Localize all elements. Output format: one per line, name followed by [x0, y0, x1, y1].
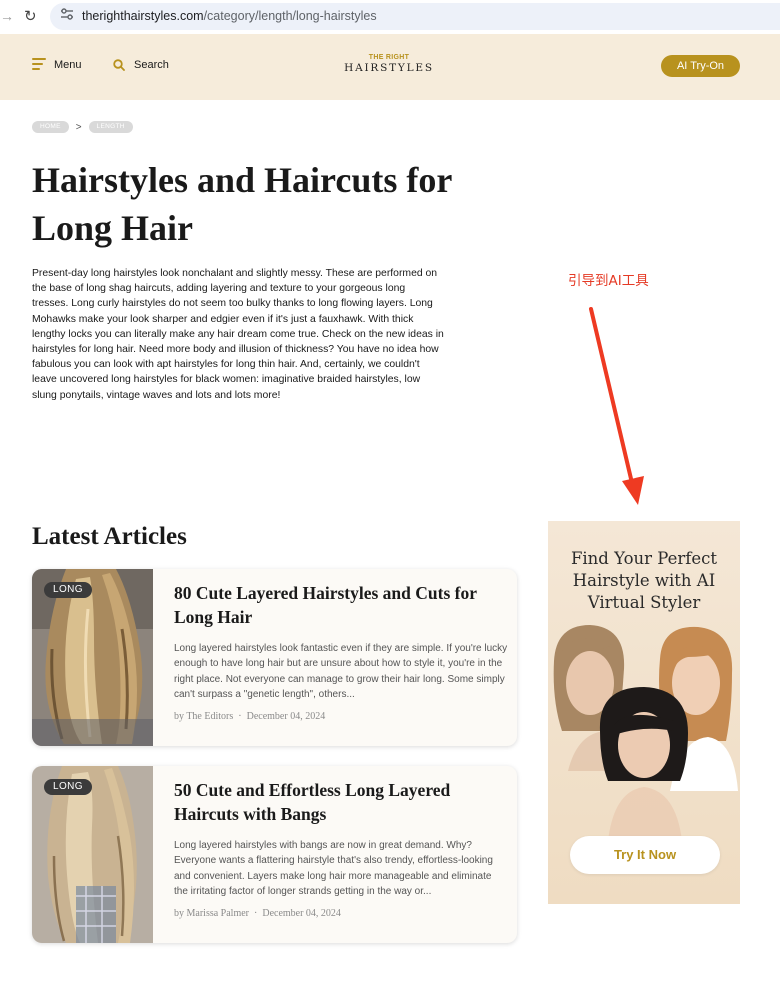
article-author[interactable]: by Marissa Palmer — [174, 908, 249, 919]
site-header: Menu Search THE RIGHT HAIRSTYLES AI Try-… — [0, 34, 780, 100]
logo-top-text: THE RIGHT — [368, 54, 410, 61]
site-settings-icon[interactable] — [60, 8, 74, 20]
ad-title-line: Find Your Perfect — [570, 549, 718, 568]
article-thumbnail[interactable]: LONG — [32, 569, 153, 746]
meta-separator: · — [238, 711, 242, 722]
article-author[interactable]: by The Editors — [174, 711, 233, 722]
meta-separator: · — [254, 908, 258, 919]
article-excerpt: Long layered hairstyles look fantastic e… — [174, 643, 508, 700]
forward-arrow-icon[interactable]: → — [0, 8, 14, 24]
article-card[interactable]: LONG 80 Cute Layered Hairstyles and Cuts… — [32, 569, 517, 746]
browser-url-bar: → ↻ therighthairstyles.com/category/leng… — [0, 0, 780, 34]
latest-articles-heading: Latest Articles — [32, 523, 187, 550]
annotation-text: 引导到AI工具 — [568, 273, 649, 289]
menu-button[interactable]: Menu — [32, 58, 82, 71]
article-meta: by The Editors · December 04, 2024 — [174, 711, 325, 722]
ai-try-on-button[interactable]: AI Try-On — [661, 55, 740, 77]
article-thumbnail[interactable]: LONG — [32, 766, 153, 943]
article-meta: by Marissa Palmer · December 04, 2024 — [174, 908, 341, 919]
breadcrumb: HOME > LENGTH — [32, 121, 133, 133]
search-icon — [113, 59, 125, 71]
logo-main-text: HAIRSTYLES — [344, 62, 434, 74]
breadcrumb-home[interactable]: HOME — [32, 121, 69, 133]
ai-styler-ad-banner[interactable]: Find Your Perfect Hairstyle with AI Virt… — [548, 521, 740, 904]
intro-paragraph: Present-day long hairstyles look nonchal… — [32, 268, 444, 401]
article-date: December 04, 2024 — [262, 908, 341, 919]
search-label: Search — [134, 59, 169, 71]
ad-title: Find Your Perfect Hairstyle with AI Virt… — [548, 548, 740, 614]
url-text[interactable]: therighthairstyles.com/category/length/l… — [82, 9, 377, 23]
site-logo[interactable]: THE RIGHT HAIRSTYLES — [333, 54, 445, 74]
reload-icon[interactable]: ↻ — [24, 7, 37, 25]
page-title: Hairstyles and Haircuts for Long Hair — [32, 160, 452, 248]
category-badge[interactable]: LONG — [44, 779, 92, 795]
article-title[interactable]: 80 Cute Layered Hairstyles and Cuts for … — [174, 581, 494, 629]
article-card[interactable]: LONG 50 Cute and Effortless Long Layered… — [32, 766, 517, 943]
breadcrumb-separator: > — [75, 121, 82, 133]
ad-title-line: Virtual Styler — [587, 593, 701, 612]
search-button[interactable]: Search — [113, 59, 169, 71]
breadcrumb-length[interactable]: LENGTH — [88, 121, 133, 133]
hamburger-icon — [32, 58, 46, 71]
category-badge[interactable]: LONG — [44, 582, 92, 598]
article-date: December 04, 2024 — [246, 711, 326, 722]
ad-model-faces-image — [553, 625, 738, 841]
try-it-now-button[interactable]: Try It Now — [570, 836, 720, 874]
ad-title-line: Hairstyle with AI — [572, 571, 716, 590]
menu-label: Menu — [54, 58, 82, 71]
annotation-arrow-icon — [589, 307, 644, 505]
url-path: /category/length/long-hairstyles — [203, 9, 377, 23]
article-title[interactable]: 50 Cute and Effortless Long Layered Hair… — [174, 778, 494, 826]
article-excerpt: Long layered hairstyles with bangs are n… — [174, 840, 493, 897]
url-host: therighthairstyles.com — [82, 9, 204, 23]
